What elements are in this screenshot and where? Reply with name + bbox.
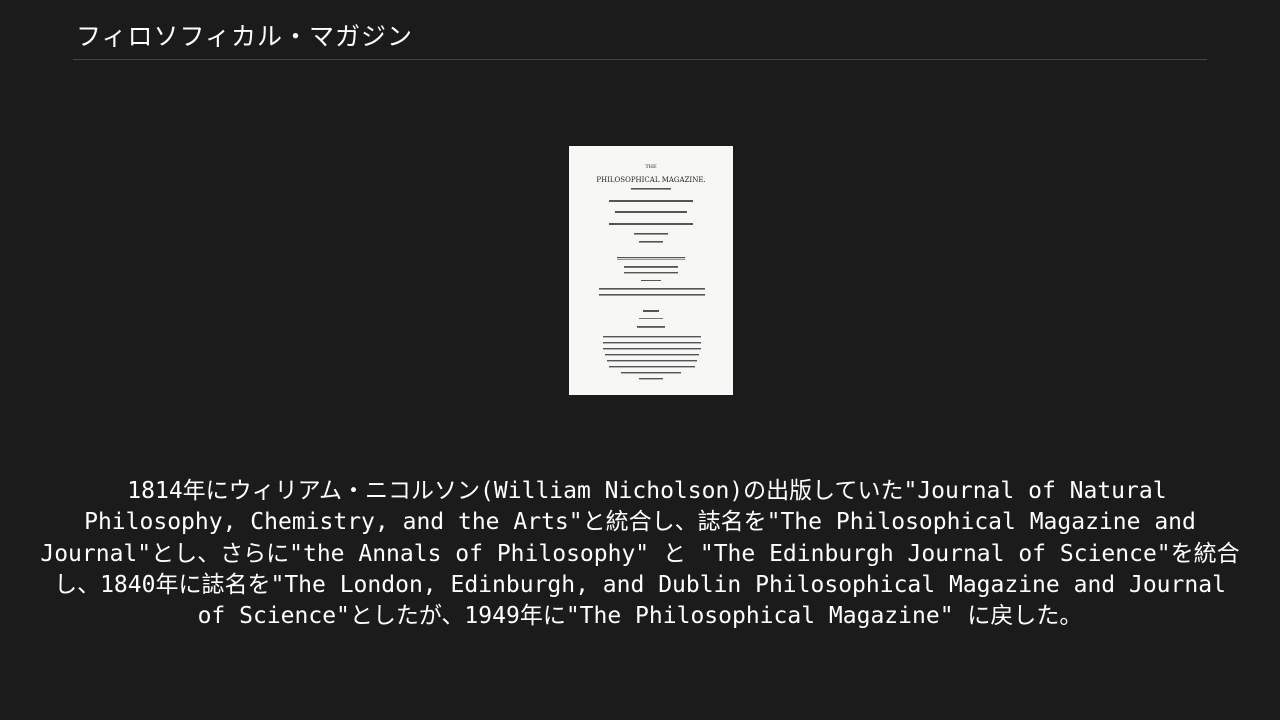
cover-print-marks (599, 188, 705, 380)
title-divider (73, 59, 1207, 60)
video-frame: フィロソフィカル・マガジン THE PHILOSOPHICAL MAGAZINE… (0, 0, 1280, 720)
title-page-illustration: THE PHILOSOPHICAL MAGAZINE. (596, 164, 706, 380)
page-title: フィロソフィカル・マガジン (76, 22, 414, 51)
cover-line-title: PHILOSOPHICAL MAGAZINE. (596, 176, 705, 184)
cover-line-the: THE (645, 164, 657, 170)
book-title-page-image: THE PHILOSOPHICAL MAGAZINE. (569, 146, 733, 395)
caption-text: 1814年にウィリアム・ニコルソン(William Nicholson)の出版し… (40, 478, 1240, 630)
